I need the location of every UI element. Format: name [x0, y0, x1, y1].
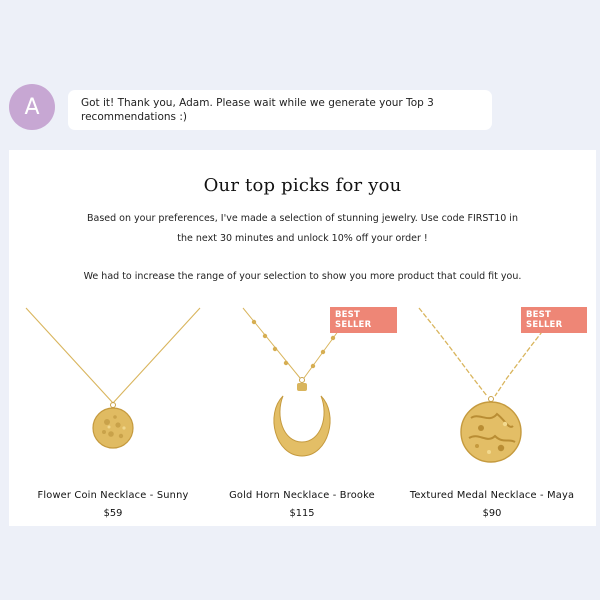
chat-message-line-1: Got it! Thank you, Adam. Please wait whi… [81, 97, 434, 109]
product-name[interactable]: Gold Horn Necklace - Brooke [197, 490, 407, 501]
recommendations-card: Our top picks for you Based on your pref… [9, 150, 596, 526]
product-card-flower-coin[interactable]: Flower Coin Necklace - Sunny $59 [18, 306, 208, 521]
range-note: We had to increase the range of your sel… [83, 271, 522, 282]
flower-coin-necklace-image[interactable] [18, 306, 208, 481]
description-line-1: Based on your preferences, I've made a s… [87, 213, 518, 224]
description-line-2: the next 30 minutes and unlock 10% off y… [177, 232, 428, 244]
product-price: $90 [482, 508, 502, 519]
product-grid: Flower Coin Necklace - Sunny $59 BEST SE… [9, 306, 596, 519]
product-name[interactable]: Textured Medal Necklace - Maya [387, 490, 597, 501]
recommendations-title: Our top picks for you [203, 175, 402, 196]
product-price: $115 [289, 508, 315, 519]
product-card-gold-horn[interactable]: BEST SELLER Gold Horn Necklace - Brooke … [207, 306, 397, 521]
avatar-letter: A [24, 94, 40, 120]
product-card-textured-medal[interactable]: BEST SELLER Textured Medal Necklace - Ma… [397, 306, 587, 521]
product-name[interactable]: Flower Coin Necklace - Sunny [8, 490, 218, 501]
product-price: $59 [103, 508, 123, 519]
chat-message-bubble: Got it! Thank you, Adam. Please wait whi… [68, 90, 492, 130]
best-seller-badge: BEST SELLER [521, 307, 587, 333]
user-avatar: A [9, 84, 55, 130]
chat-message-line-2: recommendations :) [81, 111, 187, 123]
recommendations-description: Based on your preferences, I've made a s… [69, 209, 536, 248]
best-seller-badge: BEST SELLER [330, 307, 397, 333]
